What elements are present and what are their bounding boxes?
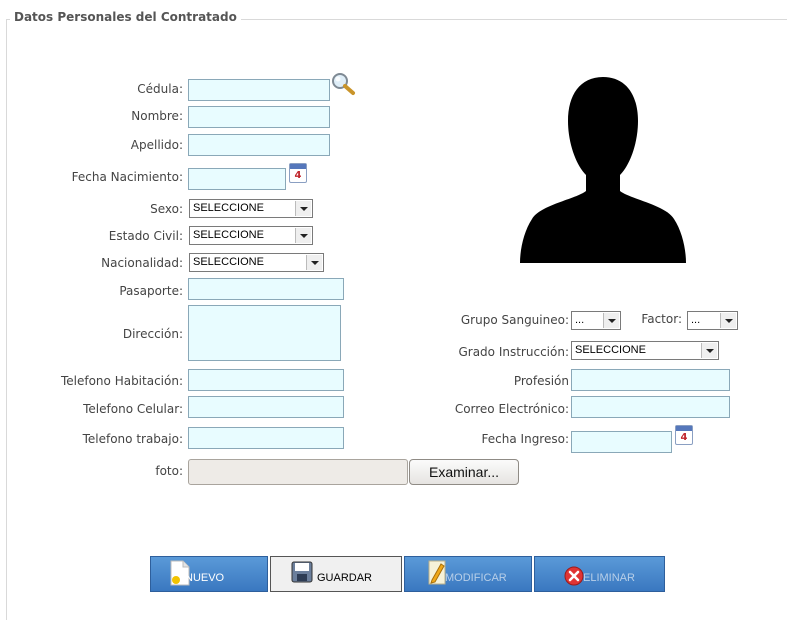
telefono-habitacion-input[interactable] [188,369,344,391]
grado-instruccion-label: Grado Instrucción: [458,345,569,359]
nombre-label: Nombre: [131,109,183,123]
fecha-ingreso-label: Fecha Ingreso: [481,432,569,446]
nacionalidad-label: Nacionalidad: [101,256,183,270]
fecha-nacimiento-input[interactable] [188,168,286,190]
telefono-trabajo-label: Telefono trabajo: [82,432,183,446]
profesion-label: Profesión [513,374,569,388]
calendar-icon[interactable]: 4 [675,425,693,445]
chevron-down-icon [295,228,311,243]
chevron-down-icon [306,255,322,270]
guardar-label: GUARDAR [317,572,373,584]
pasaporte-label: Pasaporte: [119,284,183,298]
fecha-ingreso-input[interactable] [571,431,672,453]
calendar-icon[interactable]: 4 [289,163,307,183]
chevron-down-icon [295,201,311,216]
direccion-label: Dirección: [122,327,183,341]
estado-civil-selected-value: SELECCIONE [193,229,264,241]
calendar-icon-day: 4 [294,170,302,181]
chevron-down-icon [701,343,717,358]
telefono-celular-input[interactable] [188,396,344,418]
nuevo-label: NUEVO [185,572,225,584]
grado-instruccion-select[interactable]: SELECCIONE [571,341,719,360]
cedula-input[interactable] [188,79,330,101]
apellido-input[interactable] [188,134,330,156]
telefono-habitacion-label: Telefono Habitación: [60,374,183,388]
modificar-button[interactable]: MODIFICAR [404,556,532,592]
nacionalidad-select[interactable]: SELECCIONE [189,253,324,272]
foto-file-path[interactable] [188,459,408,485]
apellido-label: Apellido: [130,138,183,152]
guardar-button[interactable]: GUARDAR [270,556,402,592]
save-icon [291,561,313,583]
section-title: Datos Personales del Contratado [10,10,241,24]
calendar-icon-day: 4 [680,432,688,443]
factor-select[interactable]: ... [687,311,738,330]
telefono-trabajo-input[interactable] [188,427,344,449]
nombre-input[interactable] [188,106,330,128]
grupo-sanguineo-select[interactable]: ... [571,311,621,330]
grupo-sanguineo-label: Grupo Sanguineo: [460,313,569,327]
chevron-down-icon [603,313,619,328]
modificar-label: MODIFICAR [445,572,507,584]
sexo-select[interactable]: SELECCIONE [189,199,313,218]
correo-input[interactable] [571,396,730,418]
person-silhouette-icon [520,77,686,263]
profesion-input[interactable] [571,369,730,391]
direccion-textarea[interactable] [188,305,341,361]
telefono-celular-label: Telefono Celular: [83,402,183,416]
sexo-label: Sexo: [150,202,183,216]
fecha-nacimiento-label: Fecha Nacimiento: [71,170,183,184]
factor-label: Factor: [641,312,682,326]
grado-instruccion-selected-value: SELECCIONE [575,344,646,356]
eliminar-label: ELIMINAR [583,572,635,584]
estado-civil-label: Estado Civil: [108,229,183,243]
eliminar-button[interactable]: ELIMINAR [534,556,665,592]
cedula-label: Cédula: [137,82,183,96]
factor-selected-value: ... [691,314,701,326]
grupo-sanguineo-selected-value: ... [575,314,585,326]
pasaporte-input[interactable] [188,278,344,300]
browse-button[interactable]: Examinar... [409,459,519,485]
nuevo-button[interactable]: NUEVO [150,556,268,592]
delete-icon [564,566,584,586]
sexo-selected-value: SELECCIONE [193,202,264,214]
estado-civil-select[interactable]: SELECCIONE [189,226,313,245]
correo-label: Correo Electrónico: [454,402,569,416]
foto-label: foto: [155,464,183,478]
nacionalidad-selected-value: SELECCIONE [193,256,264,268]
magnifier-icon[interactable] [330,72,356,96]
chevron-down-icon [720,313,736,328]
